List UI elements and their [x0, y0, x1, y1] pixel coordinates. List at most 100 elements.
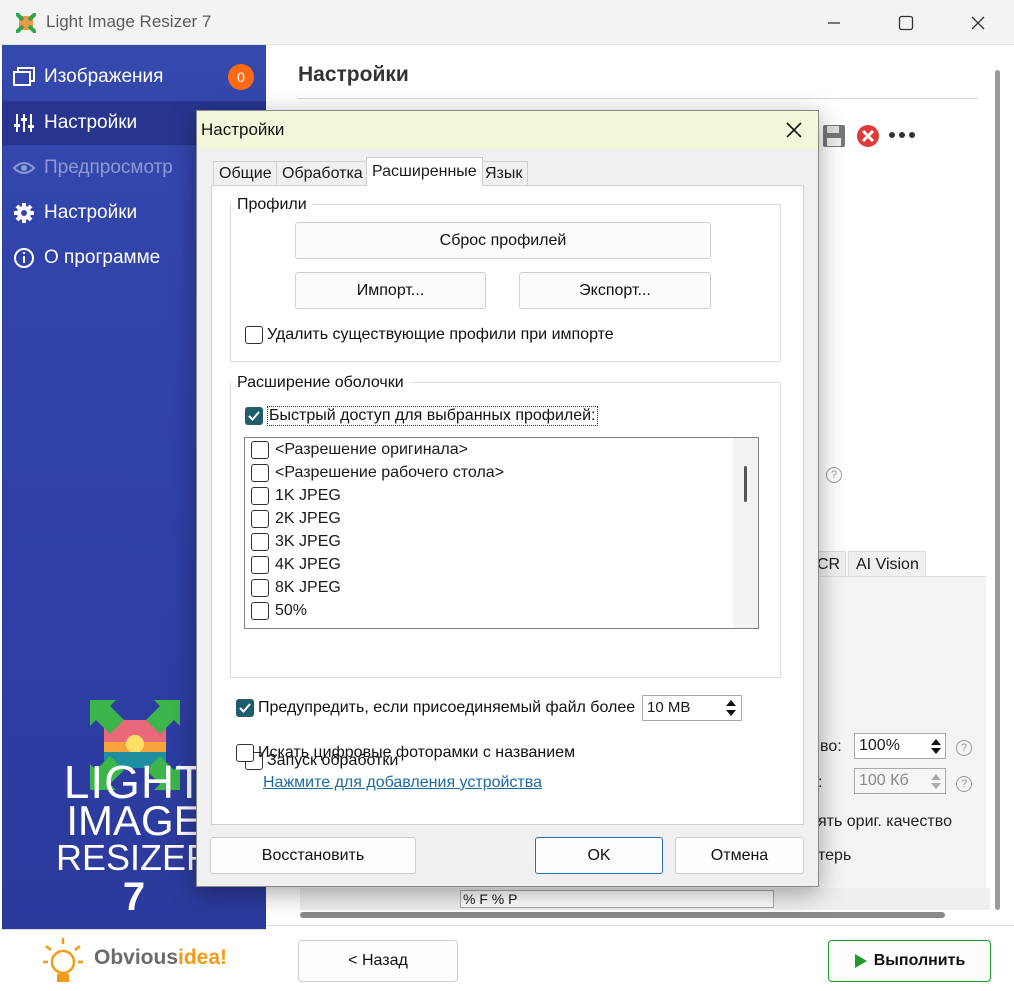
more-options-icon[interactable]: [888, 130, 916, 140]
photo-frames-option[interactable]: Искать цифровые фоторамки с названием: [236, 744, 575, 762]
list-item[interactable]: <Разрешение рабочего стола>: [251, 464, 504, 482]
cancel-button[interactable]: Отмена: [675, 837, 804, 874]
reset-profiles-button[interactable]: Сброс профилей: [295, 222, 711, 259]
window-title: Light Image Resizer 7: [46, 12, 212, 31]
image-count-badge: 0: [228, 64, 254, 90]
list-item-checkbox[interactable]: [251, 556, 269, 574]
sliders-icon: [4, 113, 44, 133]
play-icon: [854, 954, 867, 968]
main-scrollbar[interactable]: [995, 70, 1000, 910]
page-title: Настройки: [298, 63, 409, 86]
list-item-checkbox[interactable]: [251, 579, 269, 597]
add-device-link[interactable]: Нажмите для добавления устройства: [263, 774, 542, 792]
spinner-arrows-icon: [721, 696, 741, 720]
list-item-label: 4K JPEG: [275, 556, 341, 573]
list-item-checkbox[interactable]: [251, 510, 269, 528]
list-item-checkbox[interactable]: [251, 441, 269, 459]
app-logo-icon: [16, 13, 36, 33]
quick-access-option[interactable]: Быстрый доступ для выбранных профилей:: [245, 406, 598, 426]
spinner-arrows-icon: [927, 734, 945, 758]
horizontal-scrollbar[interactable]: [300, 912, 945, 918]
profile-list[interactable]: <Разрешение оригинала> <Разрешение рабоч…: [244, 437, 759, 629]
quick-access-checkbox[interactable]: [245, 407, 263, 425]
list-scroll-thumb[interactable]: [744, 466, 747, 502]
warn-attachment-option[interactable]: Предупредить, если присоединяемый файл б…: [236, 699, 635, 717]
close-window-button[interactable]: [958, 9, 998, 37]
list-item-label: 1K JPEG: [275, 487, 341, 504]
run-label: Выполнить: [873, 952, 966, 969]
list-item-label: <Разрешение оригинала>: [275, 441, 469, 458]
images-icon: [4, 67, 44, 87]
checkmark-icon: [248, 411, 260, 421]
export-button[interactable]: Экспорт...: [519, 272, 711, 309]
minimize-button[interactable]: [814, 9, 854, 37]
template-field[interactable]: % F % P: [460, 890, 774, 908]
photo-frames-checkbox[interactable]: [236, 744, 254, 762]
quality-label: во:: [820, 738, 842, 755]
list-item-label: <Разрешение рабочего стола>: [275, 464, 505, 481]
delete-on-import-option[interactable]: Удалить существующие профили при импорте: [245, 326, 614, 344]
background-text: терь: [818, 847, 852, 864]
save-icon[interactable]: [822, 124, 846, 148]
list-item-checkbox[interactable]: [251, 602, 269, 620]
maximize-icon: [898, 15, 914, 31]
list-item-checkbox[interactable]: [251, 487, 269, 505]
dialog-close-button[interactable]: [777, 116, 811, 144]
help-icon[interactable]: ?: [956, 740, 972, 756]
sidebar-item-label: Изображения: [44, 66, 164, 87]
run-button[interactable]: Выполнить: [828, 940, 991, 982]
tab-general[interactable]: Общие: [213, 161, 278, 185]
list-item-checkbox[interactable]: [251, 533, 269, 551]
sidebar-item-label: Предпросмотр: [44, 157, 173, 178]
warn-attachment-label: Предупредить, если присоединяемый файл б…: [258, 699, 636, 716]
info-icon: [4, 247, 44, 269]
eye-icon: [4, 160, 44, 176]
restore-button[interactable]: Восстановить: [210, 837, 416, 874]
spinner-arrows-icon: [927, 769, 945, 793]
list-item-checkbox[interactable]: [251, 464, 269, 482]
list-item[interactable]: 8K JPEG: [251, 579, 341, 597]
lightbulb-icon: [43, 938, 83, 982]
attachment-size-spinner[interactable]: 10 MB: [642, 695, 742, 721]
obviousidea-logo: Obviousidea!: [94, 946, 228, 969]
import-button[interactable]: Импорт...: [295, 272, 486, 309]
list-item[interactable]: 2K JPEG: [251, 510, 341, 528]
bottom-bar: < Назад Выполнить: [266, 925, 1014, 991]
profiles-group-label: Профили: [231, 196, 313, 214]
warn-attachment-checkbox[interactable]: [236, 699, 254, 717]
sidebar-item-images[interactable]: Изображения 0: [2, 55, 266, 99]
tab-language[interactable]: Язык: [479, 161, 529, 185]
size-spinner[interactable]: 100 Кб: [854, 768, 946, 794]
ok-button[interactable]: OK: [535, 837, 663, 874]
list-item[interactable]: <Разрешение оригинала>: [251, 441, 468, 459]
dialog-title: Настройки: [201, 120, 285, 139]
list-item[interactable]: 1K JPEG: [251, 487, 341, 505]
background-row: % F % P: [300, 888, 990, 910]
size-value: 100 Кб: [859, 772, 909, 789]
tab-advanced[interactable]: Расширенные: [366, 157, 483, 186]
maximize-button[interactable]: [886, 9, 926, 37]
list-item[interactable]: 3K JPEG: [251, 533, 341, 551]
help-icon[interactable]: ?: [956, 776, 972, 792]
list-item-label: 2K JPEG: [275, 510, 341, 527]
shell-extension-group-label: Расширение оболочки: [231, 374, 410, 392]
close-icon: [786, 122, 802, 138]
list-item[interactable]: 50%: [251, 602, 307, 620]
sidebar-item-label: О программе: [44, 247, 161, 268]
quality-spinner[interactable]: 100%: [854, 733, 946, 759]
tab-processing[interactable]: Обработка: [276, 161, 369, 185]
delete-on-import-checkbox[interactable]: [245, 326, 263, 344]
tab-ai-vision[interactable]: AI Vision: [848, 551, 926, 577]
list-item[interactable]: 4K JPEG: [251, 556, 341, 574]
help-icon[interactable]: ?: [826, 467, 842, 483]
settings-dialog: Настройки Общие Обработка Расширенные Яз…: [196, 110, 819, 887]
delete-on-import-label: Удалить существующие профили при импорте: [267, 326, 614, 343]
delete-profile-icon[interactable]: [856, 124, 880, 148]
quality-value: 100%: [859, 737, 900, 754]
gear-icon: [4, 202, 44, 224]
back-button[interactable]: < Назад: [298, 940, 458, 982]
checkmark-icon: [239, 703, 251, 713]
list-scrollbar[interactable]: [733, 438, 758, 628]
photo-frames-label: Искать цифровые фоторамки с названием: [258, 744, 576, 761]
divider: [298, 98, 978, 99]
